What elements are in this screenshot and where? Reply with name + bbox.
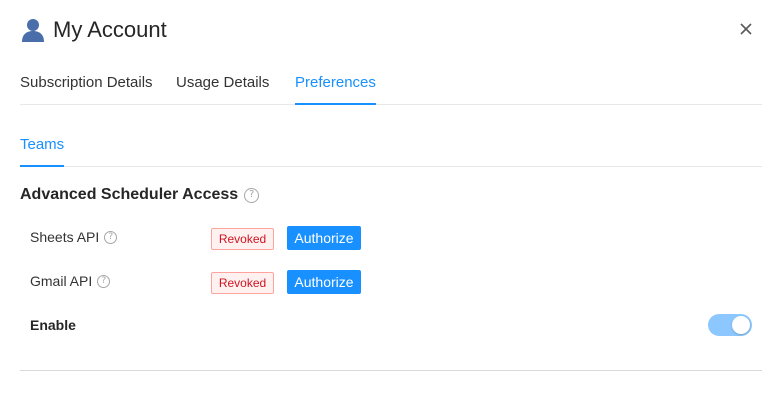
help-icon[interactable]: ? [97,274,111,288]
bottom-divider [20,370,762,371]
dialog-header: My Account [20,15,167,45]
toggle-knob [732,316,750,334]
dialog-title: My Account [53,17,167,42]
user-icon [20,17,46,43]
close-icon [740,23,752,35]
close-button[interactable] [736,19,756,39]
enable-label: Enable [30,317,76,333]
help-icon[interactable]: ? [104,230,118,244]
section-title: Advanced Scheduler Access ? [20,184,260,206]
gmail-api-authorize-button[interactable]: Authorize [287,270,361,294]
main-tabs: Subscription Details Usage Details Prefe… [20,64,762,105]
enable-toggle[interactable] [708,314,752,336]
tab-teams[interactable]: Teams [20,126,65,167]
sheets-api-label: Sheets API ? [30,227,118,247]
help-icon[interactable]: ? [244,187,260,203]
sheets-api-authorize-button[interactable]: Authorize [287,226,361,250]
tab-preferences[interactable]: Preferences [295,64,376,105]
sheets-api-status-badge: Revoked [211,228,274,250]
sub-tabs: Teams [20,126,762,167]
tab-usage-details[interactable]: Usage Details [176,64,269,105]
my-account-dialog: My Account Subscription Details Usage De… [0,0,780,403]
gmail-api-status-badge: Revoked [211,272,274,294]
section-title-text: Advanced Scheduler Access [20,186,239,203]
sheets-api-label-text: Sheets API [30,229,100,245]
gmail-api-label: Gmail API ? [30,271,111,291]
tab-subscription-details[interactable]: Subscription Details [20,64,153,105]
gmail-api-label-text: Gmail API [30,273,93,289]
